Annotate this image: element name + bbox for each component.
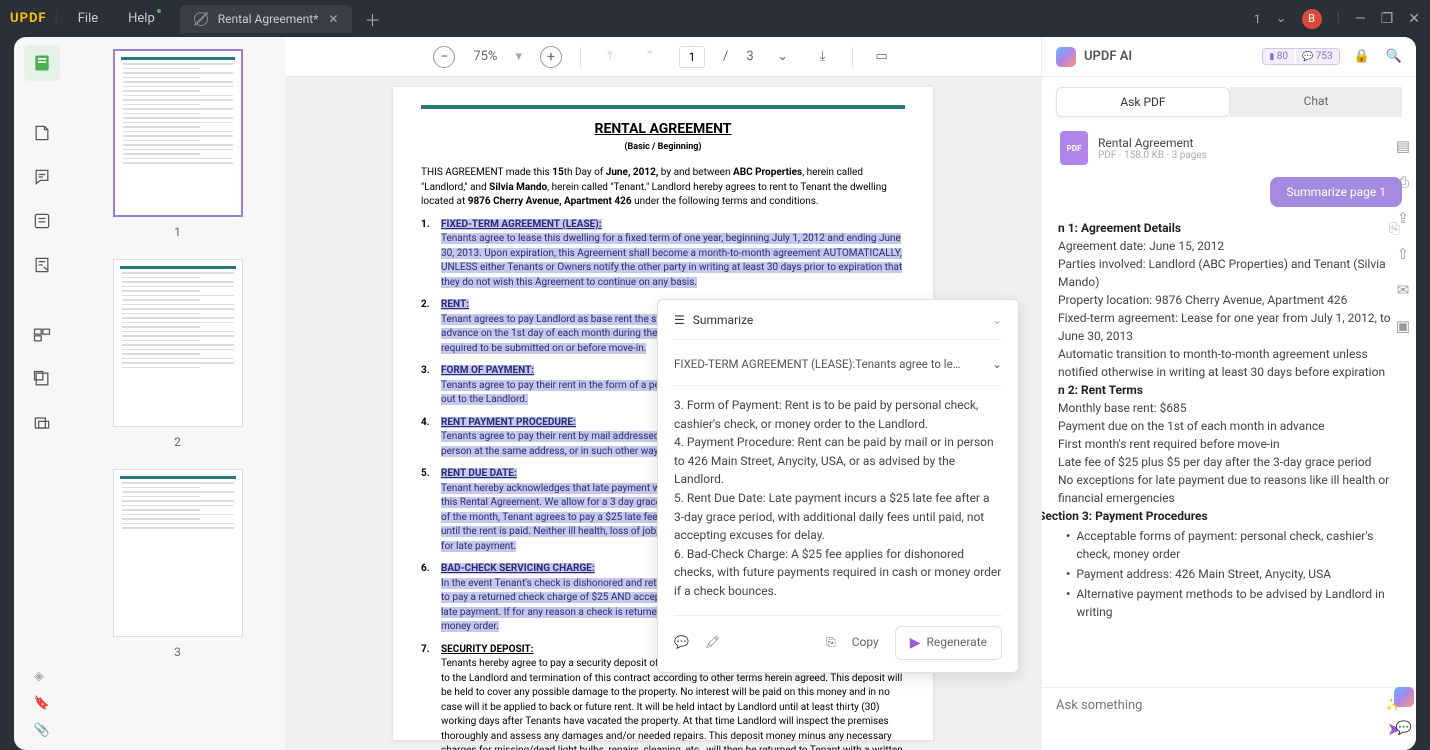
add-tab-button[interactable]: ＋ [364,7,380,31]
save-icon[interactable]: ▣ [1396,317,1410,335]
regenerate-button[interactable]: ▶ Regenerate [895,626,1002,660]
feedback-icon[interactable]: 💬 [1396,721,1412,736]
doc-intro: THIS AGREEMENT made this 15th Day of Jun… [421,166,905,210]
ai-file-card: PDF Rental Agreement PDF · 158.0 KB · 3 … [1042,127,1416,177]
main-menu: File Help [78,11,155,26]
crop-icon[interactable] [24,361,60,397]
redact-icon[interactable] [24,405,60,441]
tab-icon [194,12,208,26]
search-icon[interactable]: 🔍 [1386,49,1402,64]
organize-icon[interactable] [24,317,60,353]
play-icon: ▶ [910,633,921,653]
first-page-button[interactable]: ⤒ [599,49,621,64]
page-tool-icon[interactable]: ⎙ [1397,173,1409,191]
doc-subtitle: (Basic / Beginning) [421,141,905,154]
layers-icon[interactable]: ◈ [34,669,50,684]
form-icon[interactable] [24,247,60,283]
close-button[interactable]: ✕ [1408,11,1420,27]
pdf-icon: PDF [1060,131,1088,165]
document-page[interactable]: RENTAL AGREEMENT (Basic / Beginning) THI… [393,87,933,740]
copy-button[interactable]: Copy [852,634,879,651]
user-count[interactable]: 1 [1254,12,1261,26]
user-message-chip: Summarize page 1 [1270,177,1402,207]
ai-input-area: ✨ ➤ [1042,687,1416,750]
chat-icon[interactable]: 💬 [674,634,689,651]
menu-help[interactable]: Help [128,11,155,26]
copy-icon[interactable]: ⎘ [826,634,836,651]
ai-file-meta: PDF · 158.0 KB · 3 pages [1098,150,1207,161]
presentation-icon[interactable]: ▭ [871,49,893,64]
comment-icon[interactable] [24,159,60,195]
doc-toolbar: − 75% ▾ + ⤒ ⌃ / 3 ⌄ ⤓ ▭ [285,37,1041,77]
last-page-button[interactable]: ⤓ [812,49,834,64]
thumbnails-icon[interactable] [24,45,60,81]
ai-input[interactable] [1056,698,1376,713]
thumb-label-3: 3 [70,645,285,659]
menu-file[interactable]: File [78,11,98,26]
page-total: 3 [746,49,753,64]
page-input[interactable] [679,46,705,68]
maximize-button[interactable]: ❐ [1381,11,1394,27]
close-icon[interactable]: ✕ [328,12,338,26]
document-area: − 75% ▾ + ⤒ ⌃ / 3 ⌄ ⤓ ▭ RENTAL AGREEMENT… [285,37,1041,750]
ai-response: ⎘ n 1: Agreement DetailsAgreement date: … [1042,219,1416,687]
thumb-label-1: 1 [70,225,285,239]
attachment-icon[interactable]: 📎 [34,723,50,738]
tab-chat[interactable]: Chat [1230,87,1402,117]
ai-toggle-icon[interactable] [1394,687,1414,707]
tab-title: Rental Agreement* [218,12,319,26]
app-logo: UPDF [10,11,47,26]
workspace: ◈ 🔖 📎 1 2 3 − 75% ▾ + ⤒ ⌃ / 3 ⌄ ⤓ ▭ [14,37,1416,750]
user-avatar[interactable]: B [1302,9,1322,29]
highlight-icon[interactable]: 🖍 [705,634,720,651]
mail-icon[interactable]: ✉ [1397,281,1410,299]
minimize-button[interactable]: ― [1355,11,1366,27]
left-rail: ◈ 🔖 📎 [14,37,70,750]
share-icon[interactable]: ⇧ [1397,245,1410,263]
chevron-down-icon[interactable]: ⌄ [992,312,1002,329]
prev-page-button[interactable]: ⌃ [639,49,661,64]
ai-logo-icon [1056,47,1076,67]
thumb-label-2: 2 [70,435,285,449]
zoom-in-button[interactable]: + [540,46,562,68]
page-thumb-1[interactable] [113,49,243,217]
popup-action[interactable]: Summarize [693,312,754,329]
chevron-down-icon[interactable]: ⌄ [1276,11,1287,26]
thumbnail-panel: 1 2 3 [70,37,285,750]
page-thumb-2[interactable] [113,259,243,427]
zoom-dropdown-icon[interactable]: ▾ [515,49,522,64]
ai-panel: UPDF AI ▮ 80 💬 753 🔒 🔍 Ask PDF Chat PDF … [1041,37,1416,750]
ai-popup: ☰ Summarize ⌄ FIXED-TERM AGREEMENT (LEAS… [657,299,1019,673]
ocr-icon[interactable]: ▤ [1396,137,1410,155]
document-tab[interactable]: Rental Agreement* ✕ [180,5,353,33]
page-thumb-3[interactable] [113,469,243,637]
tab-ask-pdf[interactable]: Ask PDF [1056,87,1230,117]
list-icon: ☰ [674,312,685,329]
bookmark-icon[interactable]: 🔖 [34,696,50,711]
zoom-out-button[interactable]: − [433,46,455,68]
ai-brand: UPDF AI [1084,49,1132,64]
edit-icon[interactable] [24,203,60,239]
titlebar: UPDF | File Help Rental Agreement* ✕ ＋ 1… [0,0,1430,37]
zoom-value[interactable]: 75% [473,49,497,64]
lock-icon[interactable]: 🔒 [1354,49,1370,64]
ai-file-name: Rental Agreement [1098,136,1207,150]
doc-title: RENTAL AGREEMENT [421,119,905,139]
export-icon[interactable]: ⇪ [1397,209,1410,227]
popup-body: 3. Form of Payment: Rent is to be paid b… [674,396,1002,601]
next-page-button[interactable]: ⌄ [772,49,794,64]
token-badge[interactable]: ▮ 80 💬 753 [1262,48,1339,65]
chevron-down-icon[interactable]: ⌄ [992,356,1002,373]
reader-icon[interactable] [24,115,60,151]
right-rail: ▤ ⎙ ⇪ ⇧ ✉ ▣ [1388,77,1418,335]
popup-selection: FIXED-TERM AGREEMENT (LEASE):Tenants agr… [674,356,992,373]
